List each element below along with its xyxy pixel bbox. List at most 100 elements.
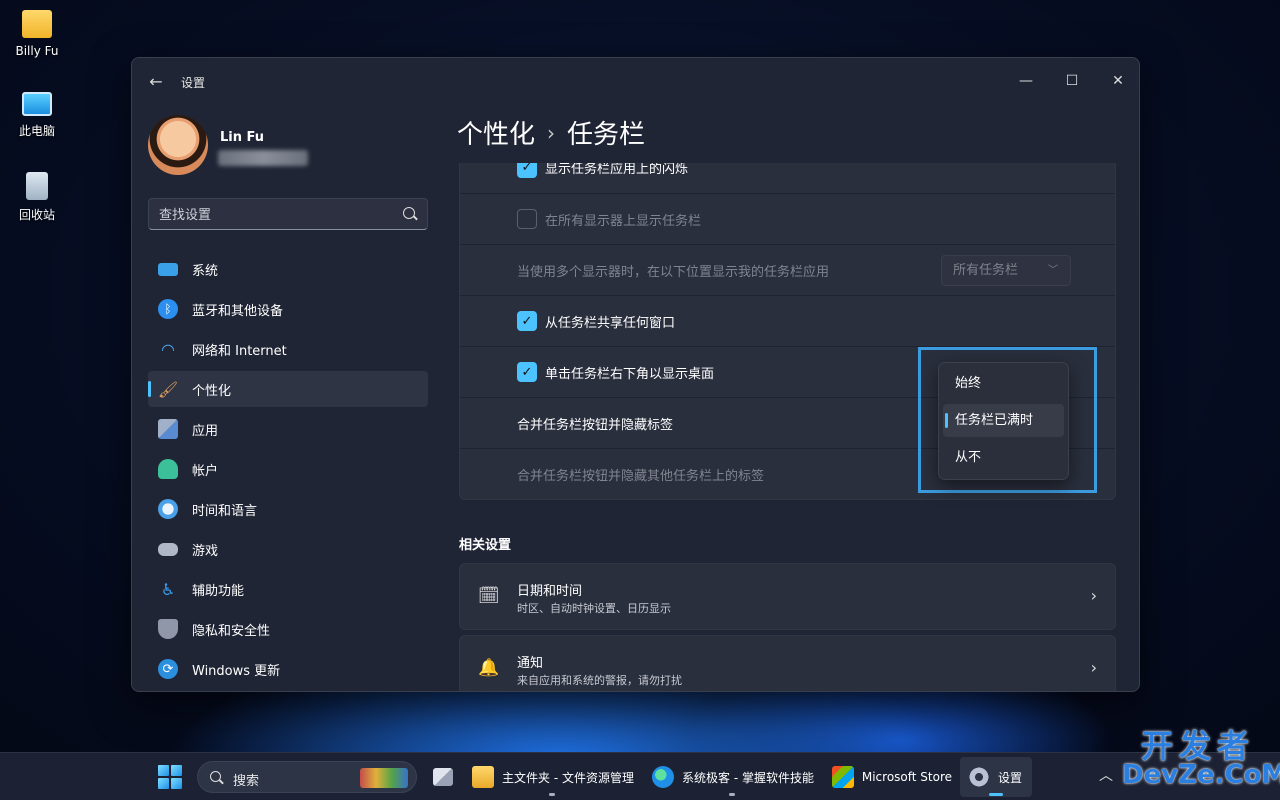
running-indicator [729, 793, 735, 796]
sidebar-item-apps[interactable]: 应用 [148, 411, 428, 447]
checkbox-checked[interactable]: ✓ [517, 163, 537, 178]
sidebar-item-privacy[interactable]: 隐私和安全性 [148, 611, 428, 647]
sidebar-nav: 系统 ᛒ 蓝牙和其他设备 ◠ 网络和 Internet 🖌 个性化 应用 帐户 … [148, 251, 428, 691]
account-icon [158, 459, 178, 479]
settings-gear-icon [968, 766, 990, 788]
time-language-icon [158, 499, 178, 519]
bluetooth-icon: ᛒ [158, 299, 178, 319]
checkbox-checked[interactable]: ✓ [517, 362, 537, 382]
dropdown-option-never[interactable]: 从不 [943, 441, 1064, 474]
store-icon [832, 766, 854, 788]
wifi-icon: ◠ [161, 339, 175, 359]
windows-logo-icon [158, 765, 169, 776]
desktop-icon-this-pc[interactable]: 此电脑 [8, 92, 66, 139]
setting-row-multi-display-apps: 当使用多个显示器时，在以下位置显示我的任务栏应用 所有任务栏 ﹀ [460, 244, 1115, 295]
maximize-button[interactable]: ☐ [1049, 66, 1095, 96]
update-icon: ⟳ [158, 659, 178, 679]
recycle-bin-icon [26, 172, 48, 200]
checkbox-checked[interactable]: ✓ [517, 311, 537, 331]
breadcrumb-separator: › [547, 121, 556, 145]
running-indicator [549, 793, 555, 796]
file-explorer-icon [472, 766, 494, 788]
window-title: 设置 [181, 76, 206, 90]
sidebar-item-time-language[interactable]: 时间和语言 [148, 491, 428, 527]
setting-row-share-window[interactable]: ✓ 从任务栏共享任何窗口 [460, 295, 1115, 346]
start-button[interactable] [158, 765, 182, 789]
desktop-icon-label: 此电脑 [18, 124, 55, 138]
sidebar-item-label: 隐私和安全性 [192, 623, 271, 639]
profile-name: Lin Fu [220, 130, 265, 145]
desktop-icon-recycle-bin[interactable]: 回收站 [8, 172, 66, 223]
desktop-icon-label: 回收站 [18, 208, 55, 222]
bell-icon: 🔔 [478, 658, 500, 678]
sidebar-item-network[interactable]: ◠ 网络和 Internet [148, 331, 428, 367]
minimize-button[interactable]: — [1003, 66, 1049, 96]
setting-label: 单击任务栏右下角以显示桌面 [545, 366, 715, 382]
taskbar-search-label: 搜索 [233, 774, 260, 789]
taskbar-app-settings[interactable]: 设置 [960, 757, 1032, 797]
desktop-icon-billy-fu[interactable]: Billy Fu [8, 10, 66, 58]
apps-icon [158, 419, 178, 439]
avatar[interactable] [148, 115, 208, 175]
sidebar-item-gaming[interactable]: 游戏 [148, 531, 428, 567]
link-title: 日期和时间 [517, 584, 583, 599]
sidebar-item-accounts[interactable]: 帐户 [148, 451, 428, 487]
breadcrumb-parent[interactable]: 个性化 [457, 120, 535, 150]
setting-label: 合并任务栏按钮并隐藏标签 [517, 417, 674, 433]
sidebar-item-bluetooth[interactable]: ᛒ 蓝牙和其他设备 [148, 291, 428, 327]
close-button[interactable]: ✕ [1095, 66, 1139, 96]
dropdown-option-always[interactable]: 始终 [943, 367, 1064, 400]
sidebar-item-personalization[interactable]: 🖌 个性化 [148, 371, 428, 407]
accessibility-icon: ♿ [160, 579, 176, 599]
task-view-button[interactable] [426, 757, 460, 797]
chevron-right-icon: › [1090, 586, 1097, 605]
sidebar-item-label: 网络和 Internet [192, 343, 287, 359]
taskbar-app-label: Microsoft Store [861, 770, 952, 784]
combine-buttons-dropdown[interactable]: 始终 任务栏已满时 从不 [938, 362, 1069, 480]
taskbar-app-file-explorer[interactable]: 主文件夹 - 文件资源管理 [468, 757, 636, 797]
sidebar-item-label: 系统 [192, 263, 219, 279]
multi-display-combo: 所有任务栏 ﹀ [941, 255, 1071, 286]
page-title: 任务栏 [567, 120, 646, 150]
search-input[interactable] [159, 205, 389, 225]
setting-row-all-displays: 在所有显示器上显示任务栏 [460, 193, 1115, 244]
back-button[interactable]: ← [146, 72, 166, 92]
taskbar-search[interactable]: 搜索 [197, 761, 417, 793]
site-watermark: 开发者 DevZe.CoM [1122, 727, 1280, 788]
tray-overflow-chevron[interactable]: ︿ [1099, 765, 1113, 785]
settings-search-box[interactable] [148, 198, 428, 230]
sidebar-item-label: 应用 [192, 423, 219, 439]
link-subtitle: 时区、自动时钟设置、日历显示 [517, 602, 671, 615]
setting-row-flashing[interactable]: ✓ 显示任务栏应用上的闪烁 [460, 163, 1115, 193]
desktop-icon-label: Billy Fu [15, 44, 59, 58]
link-title: 通知 [517, 656, 544, 671]
setting-label: 从任务栏共享任何窗口 [545, 315, 676, 331]
chevron-right-icon: › [1090, 658, 1097, 677]
edge-icon [652, 766, 674, 788]
search-highlight-image [360, 768, 408, 788]
related-date-time[interactable]: 🗓 日期和时间 时区、自动时钟设置、日历显示 › [459, 563, 1116, 630]
watermark-line1: 开发者 [1140, 727, 1255, 765]
folder-icon [22, 10, 52, 38]
task-view-icon [433, 768, 453, 786]
taskbar-app-label: 设置 [998, 770, 1023, 785]
setting-label: 显示任务栏应用上的闪烁 [545, 163, 689, 177]
sidebar-item-label: Windows 更新 [192, 663, 281, 679]
sidebar-item-accessibility[interactable]: ♿ 辅助功能 [148, 571, 428, 607]
title-bar: ← 设置 — ☐ ✕ [132, 58, 1139, 104]
sidebar-item-label: 辅助功能 [192, 583, 245, 599]
taskbar-app-label: 主文件夹 - 文件资源管理 [502, 770, 634, 785]
sidebar-item-system[interactable]: 系统 [148, 251, 428, 287]
search-icon[interactable] [403, 207, 415, 219]
combo-value: 所有任务栏 [953, 263, 1019, 278]
setting-label: 合并任务栏按钮并隐藏其他任务栏上的标签 [517, 468, 765, 484]
taskbar: 搜索 主文件夹 - 文件资源管理 系统极客 - 掌握软件技能 Microsoft… [0, 752, 1280, 800]
taskbar-app-store[interactable]: Microsoft Store [828, 757, 952, 797]
shield-icon [158, 619, 178, 639]
setting-label: 当使用多个显示器时，在以下位置显示我的任务栏应用 [517, 264, 830, 280]
taskbar-app-edge[interactable]: 系统极客 - 掌握软件技能 [648, 757, 816, 797]
related-notifications[interactable]: 🔔 通知 来自应用和系统的警报，请勿打扰 › [459, 635, 1116, 691]
this-pc-icon [22, 92, 52, 116]
dropdown-option-when-full[interactable]: 任务栏已满时 [943, 404, 1064, 437]
sidebar-item-windows-update[interactable]: ⟳ Windows 更新 [148, 651, 428, 687]
